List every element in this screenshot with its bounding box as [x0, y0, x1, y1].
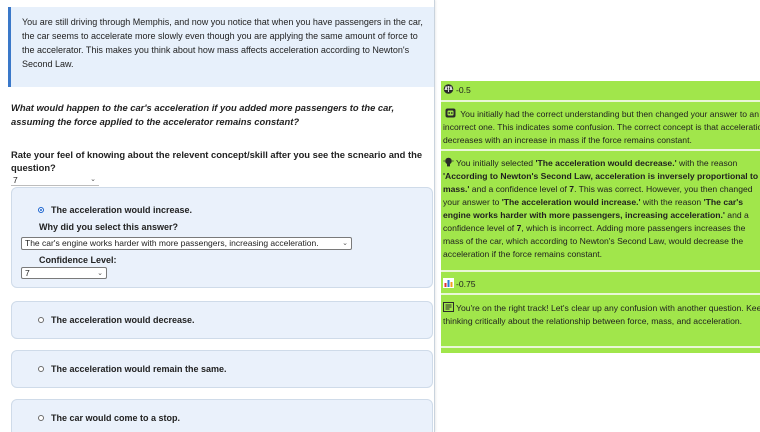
- fok-label: Rate your feel of knowing about the rele…: [11, 149, 423, 173]
- feedback-message-1: You initially had the correct understand…: [443, 108, 760, 147]
- confidence-select[interactable]: 7 ⌄: [21, 267, 107, 279]
- bulb-icon: [443, 157, 454, 167]
- reason-select[interactable]: The car's engine works harder with more …: [21, 237, 352, 250]
- feedback-message-3-text: You're on the right track! Let's clear u…: [443, 303, 760, 326]
- bar-chart-icon: [443, 278, 454, 288]
- chevron-down-icon: ⌄: [90, 175, 96, 183]
- chevron-down-icon: ⌄: [97, 270, 103, 277]
- feedback-message-3: You're on the right track! Let's clear u…: [443, 302, 760, 328]
- msg2-bold: 'The acceleration would increase.': [501, 197, 641, 207]
- feedback-message-1-text: You initially had the correct understand…: [443, 109, 760, 145]
- chevron-down-icon: ⌄: [342, 240, 348, 247]
- divider: [441, 149, 760, 151]
- confidence-label: Confidence Level:: [39, 255, 117, 265]
- msg2-part: and a confidence level of: [469, 184, 570, 194]
- option-card[interactable]: The car would come to a stop.: [11, 399, 433, 432]
- quiz-panel: You are still driving through Memphis, a…: [0, 0, 435, 432]
- scenario-text: You are still driving through Memphis, a…: [22, 17, 423, 69]
- message-icon: [443, 302, 454, 312]
- divider: [441, 346, 760, 348]
- option-1-row[interactable]: The acceleration would increase.: [38, 205, 192, 215]
- radio-button[interactable]: [38, 366, 44, 372]
- feedback-score-row: -0.75: [443, 278, 760, 291]
- divider: [441, 100, 760, 102]
- radio-button[interactable]: [38, 415, 44, 421]
- option-label: The acceleration would remain the same.: [51, 364, 227, 374]
- msg2-bold: 'The acceleration would decrease.': [535, 158, 677, 168]
- option-label: The acceleration would increase.: [51, 205, 193, 215]
- option-3-row[interactable]: The acceleration would remain the same.: [38, 364, 227, 374]
- scenario-box: You are still driving through Memphis, a…: [8, 7, 434, 87]
- option-label: The acceleration would decrease.: [51, 315, 195, 325]
- option-2-row[interactable]: The acceleration would decrease.: [38, 315, 195, 325]
- msg2-part: with the reason: [640, 197, 704, 207]
- feedback-message-2: You initially selected 'The acceleration…: [443, 157, 760, 261]
- option-label: The car would come to a stop.: [51, 413, 181, 423]
- feedback-score-2: -0.75: [456, 279, 476, 289]
- radio-button[interactable]: [38, 317, 44, 323]
- why-label: Why did you select this answer?: [39, 222, 179, 232]
- divider: [441, 293, 760, 295]
- question-text: What would happen to the car's accelerat…: [11, 102, 395, 127]
- msg2-part: You initially selected: [456, 158, 536, 168]
- msg2-part: with the reason: [676, 158, 738, 168]
- feedback-panel: -0.5 You initially had the correct under…: [441, 81, 760, 353]
- option-card[interactable]: The acceleration would decrease.: [11, 301, 433, 339]
- fok-select[interactable]: 7 ⌄: [11, 174, 99, 186]
- feedback-score-1: -0.5: [456, 85, 471, 95]
- divider: [441, 270, 760, 272]
- confidence-select-value: 7: [25, 268, 30, 278]
- radio-button-selected[interactable]: [38, 207, 44, 213]
- option-card[interactable]: The acceleration would remain the same.: [11, 350, 433, 388]
- scale-icon: [443, 84, 454, 94]
- feedback-score-row: -0.5: [443, 84, 760, 97]
- option-4-row[interactable]: The car would come to a stop.: [38, 413, 180, 423]
- reason-select-value: The car's engine works harder with more …: [25, 238, 319, 248]
- option-card-selected[interactable]: The acceleration would increase. Why did…: [11, 187, 433, 288]
- robot-icon: [445, 108, 456, 118]
- fok-select-value: 7: [13, 174, 18, 185]
